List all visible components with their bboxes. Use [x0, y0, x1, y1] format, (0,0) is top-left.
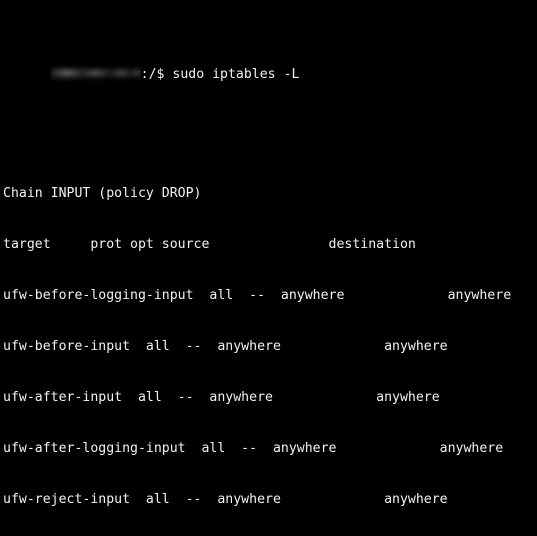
- shell-prompt-line: :/$ sudo iptables -L: [3, 49, 527, 82]
- chain-header-input: target prot opt source destination: [3, 237, 416, 252]
- chain-title-input: Chain INPUT (policy DROP): [3, 186, 202, 201]
- rule-row: ufw-before-logging-input all -- anywhere…: [3, 288, 512, 303]
- rule-row: ufw-reject-input all -- anywhere anywher…: [3, 492, 448, 507]
- terminal-screen[interactable]: :/$ sudo iptables -L Chain INPUT (policy…: [3, 0, 527, 536]
- redacted-user-host-blur: [50, 66, 141, 81]
- rule-row: ufw-after-logging-input all -- anywhere …: [3, 441, 504, 456]
- terminal-window[interactable]: :/$ sudo iptables -L Chain INPUT (policy…: [0, 0, 537, 536]
- rule-row: ufw-after-input all -- anywhere anywhere: [3, 390, 440, 405]
- prompt-command-text: :/$ sudo iptables -L: [140, 67, 300, 82]
- rule-row: ufw-before-input all -- anywhere anywher…: [3, 339, 448, 354]
